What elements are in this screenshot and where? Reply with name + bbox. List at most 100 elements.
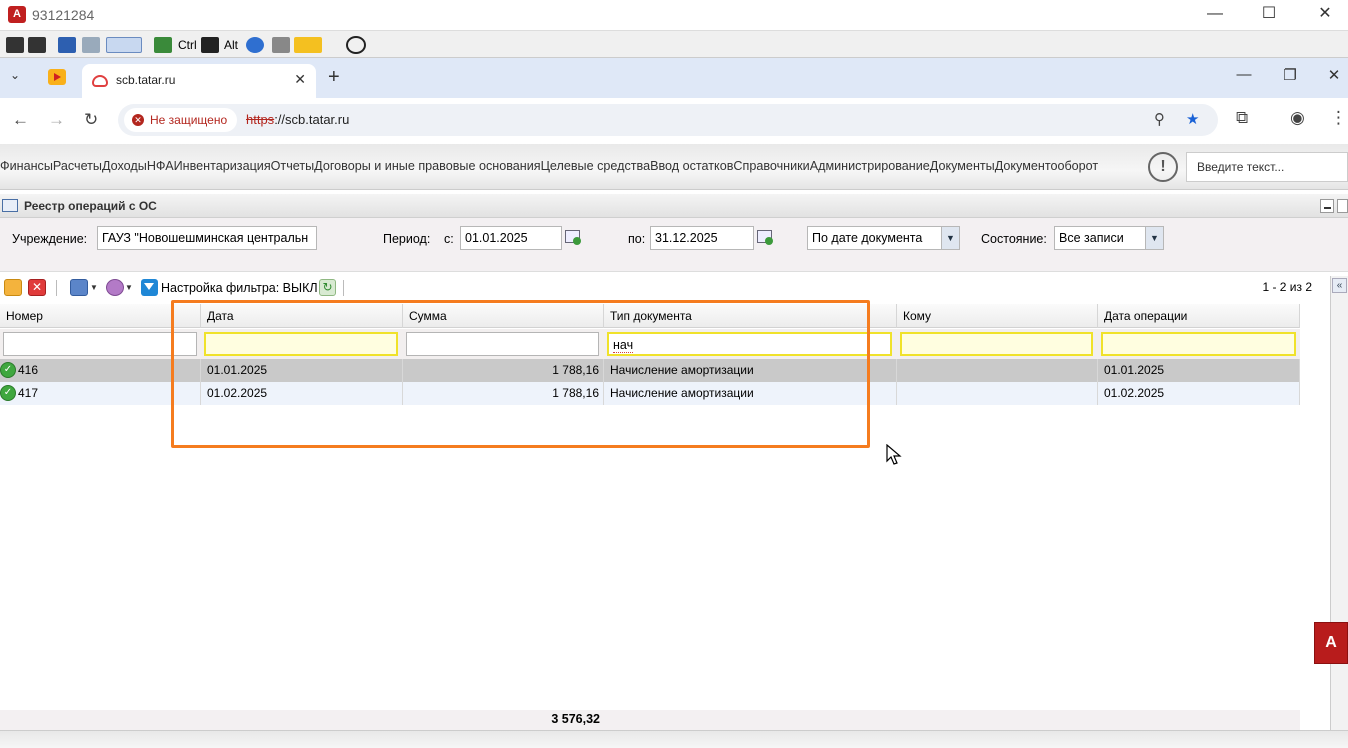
menu-item-2[interactable]: Доходы: [102, 159, 147, 173]
browser-close-button[interactable]: ✕: [1314, 66, 1348, 84]
bookmark-star-icon[interactable]: ★: [1186, 110, 1199, 128]
period-to-field[interactable]: 31.12.2025: [650, 226, 754, 250]
filter-date-input[interactable]: [204, 332, 398, 356]
menu-item-1[interactable]: Расчеты: [53, 159, 102, 173]
edit-pencil-icon[interactable]: [4, 279, 22, 296]
url-text[interactable]: https://scb.tatar.ru: [246, 112, 349, 127]
refresh-icon[interactable]: ↻: [319, 279, 336, 296]
profile-icon[interactable]: ◉: [1290, 108, 1305, 128]
remote-book-icon[interactable]: [58, 37, 76, 53]
menu-item-8[interactable]: Ввод остатков: [650, 159, 733, 173]
fullscreen-icon[interactable]: [154, 37, 172, 53]
new-tab-button[interactable]: +: [328, 66, 340, 89]
period-from-field[interactable]: 01.01.2025: [460, 226, 562, 250]
security-chip[interactable]: ✕ Не защищено: [124, 108, 238, 132]
window-minimize-button[interactable]: —: [1190, 0, 1240, 30]
print-icon[interactable]: [70, 279, 88, 296]
browser-minimize-button[interactable]: —: [1224, 66, 1264, 83]
menu-search-input[interactable]: Введите текст...: [1186, 152, 1348, 182]
delete-x-icon[interactable]: ✕: [28, 279, 46, 296]
from-calendar-icon[interactable]: [563, 227, 583, 249]
column-header-to[interactable]: Кому: [897, 304, 1098, 328]
floating-app-logo-icon[interactable]: A: [1314, 622, 1348, 664]
chevron-down-icon[interactable]: ▼: [1145, 227, 1163, 249]
insecure-warning-icon: ✕: [132, 114, 144, 126]
table-row[interactable]: ✓ 417 01.02.2025 1 788,16 Начисление амор…: [0, 382, 1300, 405]
menu-item-6[interactable]: Договоры и иные правовые основания: [314, 159, 540, 173]
menu-item-11[interactable]: Документы: [930, 159, 995, 173]
omnibox[interactable]: ✕ Не защищено https://scb.tatar.ru ⚲ ★: [118, 104, 1218, 136]
pinned-tab-icon[interactable]: [48, 69, 66, 85]
to-calendar-icon[interactable]: [755, 227, 775, 249]
tab-close-icon[interactable]: ✕: [294, 71, 306, 88]
menu-item-9[interactable]: Справочники: [733, 159, 809, 173]
tab-search-chevron-icon[interactable]: ⌄: [10, 68, 20, 82]
mouse-cursor-icon: [886, 444, 902, 465]
filter-to-input[interactable]: [900, 332, 1093, 356]
menu-item-5[interactable]: Отчеты: [271, 159, 315, 173]
filter-op-date-input[interactable]: [1101, 332, 1296, 356]
reload-icon[interactable]: ↻: [84, 110, 98, 130]
institution-label: Учреждение:: [12, 232, 88, 246]
period-to-label: по:: [628, 232, 646, 246]
toolbar-divider: [343, 280, 344, 296]
browser-tab[interactable]: scb.tatar.ru ✕: [82, 64, 316, 98]
pen-icon[interactable]: [272, 37, 290, 53]
window-maximize-button[interactable]: ☐: [1244, 0, 1294, 30]
table-row[interactable]: ✓ 416 01.01.2025 1 788,16 Начисление амор…: [0, 359, 1300, 382]
filter-doc-type-input[interactable]: нач: [607, 332, 892, 356]
cell-to: [897, 359, 1098, 382]
filter-bar: Учреждение: ГАУЗ "Новошешминская централ…: [0, 218, 1348, 272]
clock-icon[interactable]: [346, 36, 366, 54]
lightning-dropdown-icon[interactable]: [294, 37, 322, 53]
menu-item-3[interactable]: НФА: [147, 159, 174, 173]
filter-setting-button[interactable]: Настройка фильтра: ВЫКЛ: [161, 281, 318, 295]
refresh-arrows-icon[interactable]: [246, 37, 264, 53]
paging-info: 1 - 2 из 2: [1262, 280, 1312, 294]
remote-keys-icon[interactable]: [6, 37, 24, 53]
filter-funnel-icon[interactable]: [141, 279, 158, 296]
browser-tabstrip: ⌄ scb.tatar.ru ✕ + — ❐ ✕: [0, 58, 1348, 98]
remote-keys2-icon[interactable]: [28, 37, 46, 53]
column-header-doc-type[interactable]: Тип документа: [604, 304, 897, 328]
window-close-button[interactable]: ✕: [1300, 0, 1348, 30]
period-from-label: с:: [444, 232, 454, 246]
settings-gear-icon[interactable]: [106, 279, 124, 296]
menu-item-0[interactable]: Финансы: [0, 159, 53, 173]
column-header-number[interactable]: Номер: [0, 304, 201, 328]
panel-minimize-icon[interactable]: [1320, 199, 1334, 213]
alt-key-button[interactable]: Alt: [224, 36, 238, 54]
speaker-icon[interactable]: [82, 37, 100, 53]
double-chevron-left-icon[interactable]: «: [1332, 278, 1347, 293]
date-mode-select[interactable]: По дате документа ▼: [807, 226, 960, 250]
back-arrow-icon[interactable]: ←: [12, 110, 29, 130]
browser-menu-icon[interactable]: ⋮: [1330, 108, 1347, 128]
column-header-op-date[interactable]: Дата операции: [1098, 304, 1300, 328]
institution-field[interactable]: ГАУЗ "Новошешминская центральн: [97, 226, 317, 250]
help-exclamation-icon[interactable]: !: [1148, 152, 1178, 182]
state-select[interactable]: Все записи ▼: [1054, 226, 1164, 250]
filter-number-input[interactable]: [3, 332, 197, 356]
print-dropdown-icon[interactable]: ▼: [90, 283, 98, 292]
remote-app-logo-icon: A: [8, 6, 26, 23]
settings-dropdown-icon[interactable]: ▼: [125, 283, 133, 292]
chevron-down-icon[interactable]: ▼: [941, 227, 959, 249]
menu-item-12[interactable]: Документооборот: [995, 159, 1098, 173]
panel-maximize-icon[interactable]: [1337, 199, 1348, 213]
menu-item-4[interactable]: Инвентаризация: [174, 159, 271, 173]
app-main-menu: ФинансыРасчетыДоходыНФАИнвентаризацияОтч…: [0, 144, 1348, 190]
browser-restore-button[interactable]: ❐: [1270, 66, 1310, 84]
menu-item-7[interactable]: Целевые средства: [541, 159, 651, 173]
remote-window-titlebar: A 93121284 — ☐ ✕: [0, 0, 1348, 30]
filter-sum-input[interactable]: [406, 332, 599, 356]
column-header-sum[interactable]: Сумма: [403, 304, 604, 328]
ctrl-alt-del-icon[interactable]: [201, 37, 219, 53]
cell-sum: 1 788,16: [403, 382, 604, 405]
column-header-date[interactable]: Дата: [201, 304, 403, 328]
menu-item-10[interactable]: Администрирование: [810, 159, 930, 173]
extensions-puzzle-icon[interactable]: ⧉: [1236, 108, 1248, 128]
forward-arrow-icon[interactable]: →: [48, 110, 65, 130]
monitor-dropdown-icon[interactable]: [106, 37, 142, 53]
zoom-icon[interactable]: ⚲: [1154, 110, 1165, 128]
ctrl-key-button[interactable]: Ctrl: [178, 36, 197, 54]
